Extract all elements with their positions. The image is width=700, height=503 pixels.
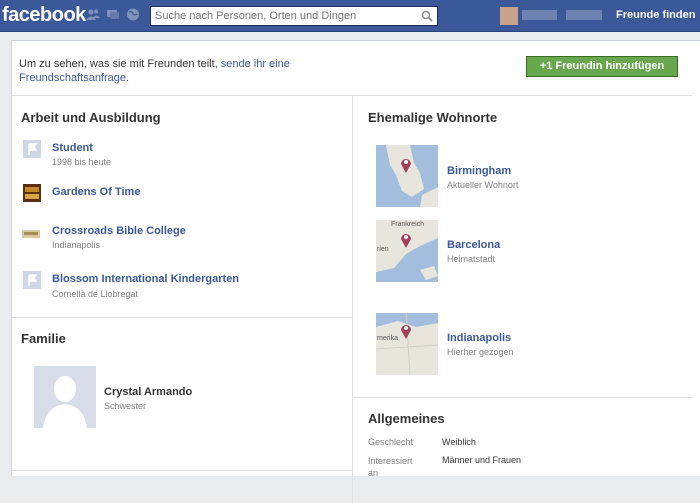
work-item-subtitle: Indianapolis — [52, 240, 101, 250]
place-note: Hierher gezogen — [447, 347, 514, 357]
divider — [12, 317, 352, 318]
divider — [12, 470, 352, 471]
flag-icon — [23, 271, 41, 289]
work-item-title[interactable]: Crossroads Bible College — [52, 225, 186, 237]
notifications-globe-icon[interactable] — [126, 8, 140, 21]
map-label: Frankreich — [391, 221, 425, 228]
profile-about-panel: Um zu sehen, was sie mit Freunden teilt,… — [11, 40, 700, 503]
facebook-logo[interactable]: facebook — [2, 4, 86, 27]
add-friend-button[interactable]: +1 Freundin hinzufügen — [526, 56, 678, 77]
places-heading: Ehemalige Wohnorte — [368, 110, 498, 125]
place-city[interactable]: Birmingham — [447, 165, 511, 177]
flag-icon — [23, 140, 41, 158]
friend-requests-icon[interactable] — [86, 8, 100, 21]
friend-request-notice: Um zu sehen, was sie mit Freunden teilt,… — [19, 57, 339, 85]
info-label: Geschlecht — [368, 437, 414, 447]
place-note: Heimatstadt — [447, 254, 496, 264]
messages-icon[interactable] — [106, 8, 120, 21]
family-member-relation: Schwester — [104, 401, 147, 411]
top-navigation-bar: facebook Freunde finden — [0, 0, 700, 32]
info-value: Weiblich — [442, 437, 476, 447]
find-friends-link[interactable]: Freunde finden — [616, 9, 695, 21]
map-pin-icon — [401, 159, 411, 173]
silhouette-avatar-icon[interactable] — [34, 366, 96, 428]
birmingham-map[interactable] — [376, 145, 438, 207]
home-link-redacted[interactable] — [566, 10, 602, 20]
place-city[interactable]: Barcelona — [447, 239, 500, 251]
map-label: merika — [377, 335, 399, 342]
info-label: Interessiert an — [368, 456, 413, 478]
game-icon — [23, 184, 41, 202]
family-member-name[interactable]: Crystal Armando — [104, 386, 192, 398]
indianapolis-map[interactable]: merika — [376, 313, 438, 375]
search-input[interactable] — [155, 9, 415, 23]
work-item-subtitle: 1998 bis heute — [52, 157, 112, 167]
search-icon[interactable] — [421, 10, 433, 22]
place-note: Aktueller Wohnort — [447, 180, 519, 190]
family-heading: Familie — [21, 331, 66, 346]
general-heading: Allgemeines — [368, 411, 445, 426]
notice-text: Um zu sehen, was sie mit Freunden teilt, — [19, 58, 221, 70]
search-box[interactable] — [150, 6, 438, 26]
divider — [352, 397, 692, 398]
work-education-heading: Arbeit und Ausbildung — [21, 110, 161, 125]
map-label: rien — [377, 246, 389, 253]
user-avatar[interactable] — [500, 7, 518, 25]
column-divider — [352, 96, 353, 503]
work-item-title[interactable]: Blossom International Kindergarten — [52, 273, 239, 285]
place-city[interactable]: Indianapolis — [447, 332, 511, 344]
work-item-title[interactable]: Gardens Of Time — [52, 186, 140, 198]
work-item-title[interactable]: Student — [52, 142, 93, 154]
map-pin-icon — [401, 325, 411, 339]
barcelona-map[interactable]: Frankreich rien — [376, 220, 438, 282]
work-item-subtitle: Cornellà de Llobregat — [52, 289, 139, 299]
info-value: Männer und Frauen — [442, 455, 522, 465]
map-pin-icon — [401, 234, 411, 248]
college-icon — [22, 230, 40, 238]
user-name-redacted[interactable] — [522, 10, 557, 20]
